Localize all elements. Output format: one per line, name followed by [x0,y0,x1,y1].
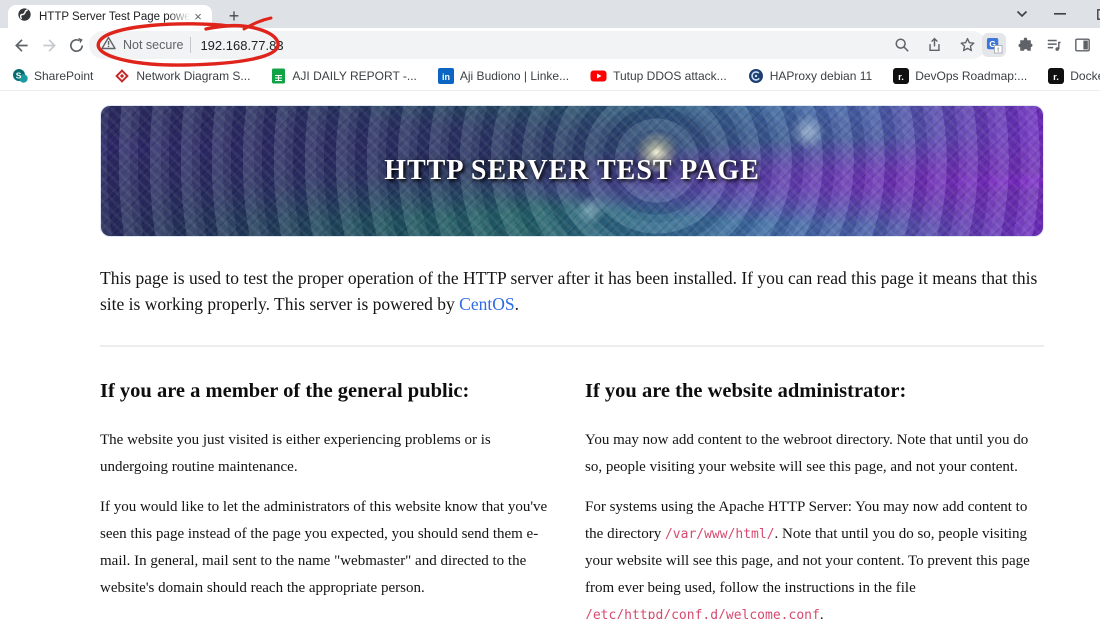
omnibox-divider [190,37,192,53]
svg-text:t: t [997,45,999,53]
general-public-heading: If you are a member of the general publi… [100,379,470,402]
webpage-viewport: HTTP SERVER TEST PAGE This page is used … [0,91,1100,619]
page-favicon-globe-icon [17,7,32,27]
intro-period: . [514,293,519,314]
bookmark-star-icon[interactable] [959,37,976,53]
administrator-heading: If you are the website administrator: [585,379,907,402]
youtube-icon [590,70,607,82]
not-secure-warning-icon[interactable] [101,36,116,55]
forward-button[interactable] [36,32,62,58]
new-tab-button[interactable]: + [222,4,246,28]
side-panel-icon[interactable] [1074,37,1091,53]
intro-paragraph: This page is used to test the proper ope… [100,266,1044,318]
debian-icon [748,69,763,83]
playlist-extension-icon[interactable] [1045,37,1063,53]
search-icon[interactable] [894,37,910,53]
google-translate-icon[interactable]: G t [982,33,1006,57]
public-paragraph-3: For example, if you experienced problems… [100,615,562,619]
maximize-button[interactable] [1090,0,1100,28]
bookmark-aji-daily-report[interactable]: AJI DAILY REPORT -... [271,68,417,84]
roadmap-icon: r. [893,68,910,84]
reload-button[interactable] [63,32,89,58]
admin-p2-period: . [819,606,824,619]
administrator-column: If you are the website administrator: Yo… [585,380,1044,619]
divider [100,344,1044,347]
tab-search-chevron-icon[interactable] [1010,0,1034,28]
share-icon[interactable] [926,37,943,53]
sharepoint-icon: S [13,69,28,83]
back-button[interactable] [8,32,34,58]
admin-paragraph-1: You may now add content to the webroot d… [585,431,1029,475]
extensions-puzzle-icon[interactable] [1017,37,1034,54]
roadmap-icon: r. [1048,68,1065,84]
svg-text:in: in [442,72,450,82]
public-paragraph-2: If you would like to let the administrat… [100,498,548,596]
admin-paragraph-2: For systems using the Apache HTTP Server… [585,494,1044,619]
browser-toolbar: Not secure 192.168.77.83 G t [0,28,1100,62]
minimize-button[interactable] [1048,0,1072,28]
general-public-column: If you are a member of the general publi… [100,380,562,619]
welcome-conf-path-code: /etc/httpd/conf.d/welcome.conf [585,607,820,619]
svg-text:r.: r. [898,72,904,83]
bookmark-docker-roadmap[interactable]: r. Docker Roadmap -... [1048,68,1100,84]
diagram-icon [115,69,130,83]
bookmark-network-diagram[interactable]: Network Diagram S... [114,68,250,84]
bookmark-haproxy[interactable]: HAProxy debian 11 [748,68,872,84]
webroot-path-code: /var/www/html/ [664,526,775,542]
banner-title: HTTP SERVER TEST PAGE [384,155,760,186]
address-bar[interactable]: Not secure 192.168.77.83 [89,31,986,59]
security-label[interactable]: Not secure [123,38,183,52]
tab-title: HTTP Server Test Page powered [39,10,190,23]
bookmarks-bar: S SharePoint Network Diagram S... AJI DA… [0,62,1100,91]
svg-text:r.: r. [1053,72,1059,83]
public-paragraph-1: The website you just visited is either e… [100,431,491,475]
bookmark-linkedin[interactable]: in Aji Budiono | Linke... [437,68,569,84]
tab-strip: HTTP Server Test Page powered × + [0,0,1100,28]
linkedin-icon: in [437,68,454,84]
intro-text: This page is used to test the proper ope… [100,268,1038,314]
centos-link[interactable]: CentOS [459,294,514,314]
url-text[interactable]: 192.168.77.83 [200,38,283,53]
bookmark-devops-roadmap[interactable]: r. DevOps Roadmap:... [893,68,1027,84]
bookmark-sharepoint[interactable]: S SharePoint [12,68,93,84]
bookmark-youtube[interactable]: Tutup DDOS attack... [590,68,727,84]
test-page-banner-image: HTTP SERVER TEST PAGE [100,105,1044,237]
svg-text:S: S [16,70,22,80]
tab-close-icon[interactable]: × [190,9,206,25]
browser-tab[interactable]: HTTP Server Test Page powered × [8,5,212,28]
google-sheets-icon [272,68,286,84]
